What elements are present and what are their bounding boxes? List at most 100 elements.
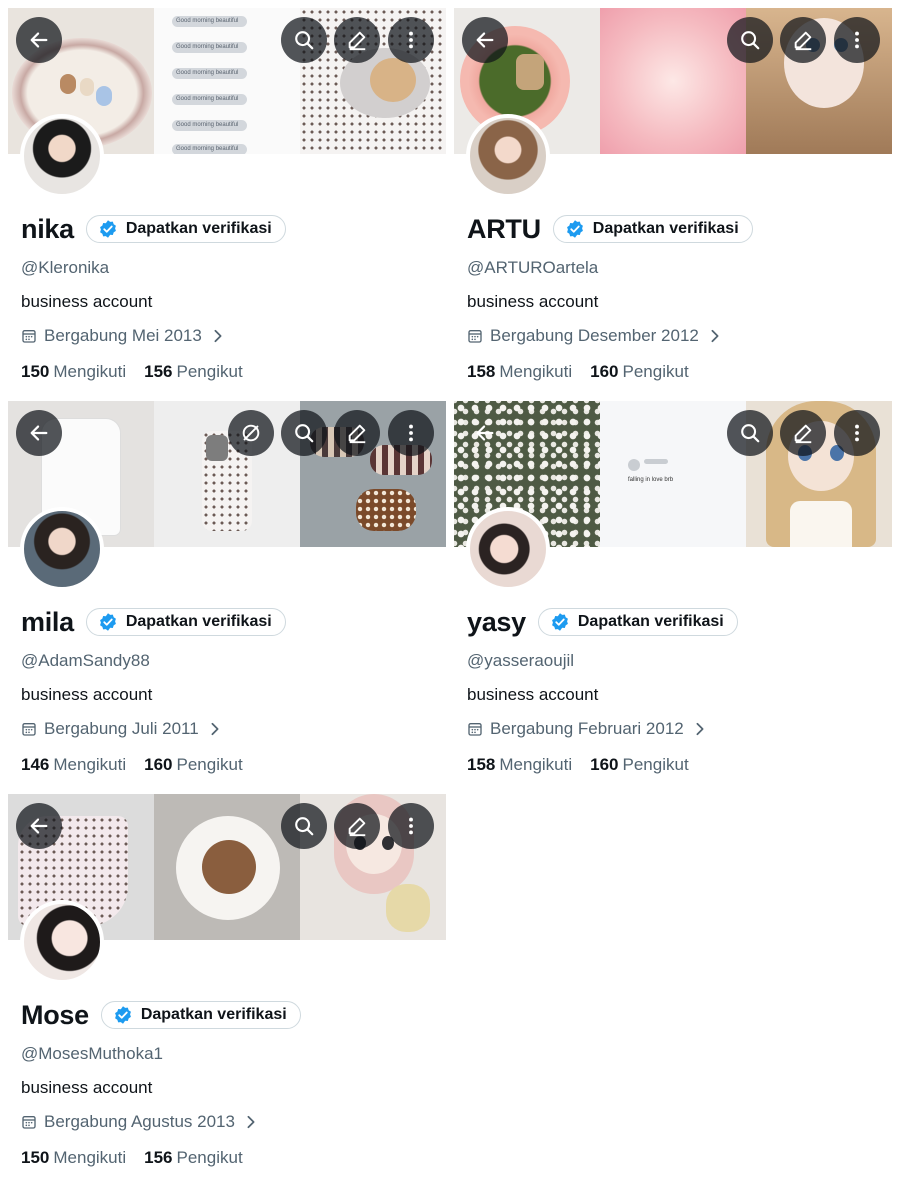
get-verified-label: Dapatkan verifikasi — [140, 1006, 287, 1023]
more-button[interactable] — [388, 410, 434, 456]
search-button[interactable] — [281, 803, 327, 849]
following-link[interactable]: 150 Mengikuti — [21, 362, 126, 382]
username: @ARTUROartela — [467, 258, 599, 277]
joined-date[interactable]: Bergabung Desember 2012 — [467, 326, 721, 346]
back-button[interactable] — [16, 803, 62, 849]
following-count: 150 — [21, 362, 50, 381]
get-verified-label: Dapatkan verifikasi — [125, 613, 272, 630]
chevron-right-icon — [209, 722, 221, 736]
edit-button[interactable] — [334, 410, 380, 456]
more-vertical-icon — [400, 422, 422, 444]
get-verified-button[interactable]: Dapatkan verifikasi — [100, 1001, 301, 1029]
arrow-left-icon — [474, 422, 496, 444]
search-button[interactable] — [727, 17, 773, 63]
following-label: Mengikuti — [499, 362, 573, 381]
search-icon — [293, 422, 315, 444]
followers-link[interactable]: 160 Pengikut — [144, 755, 243, 775]
avatar[interactable] — [20, 507, 104, 591]
pencil-icon — [792, 422, 814, 444]
following-link[interactable]: 158 Mengikuti — [467, 362, 572, 382]
tweet-text: falling in love brb — [628, 477, 674, 483]
edit-button[interactable] — [780, 17, 826, 63]
avatar[interactable] — [466, 507, 550, 591]
name-row: ARTU Dapatkan verifikasi — [467, 212, 753, 246]
following-link[interactable]: 150 Mengikuti — [21, 1148, 126, 1168]
get-verified-button[interactable]: Dapatkan verifikasi — [537, 608, 738, 636]
calendar-icon — [21, 721, 37, 737]
get-verified-button[interactable]: Dapatkan verifikasi — [85, 608, 286, 636]
followers-link[interactable]: 156 Pengikut — [144, 362, 243, 382]
chat-bubble: Good morning beautiful — [172, 16, 247, 27]
back-button[interactable] — [462, 17, 508, 63]
followers-link[interactable]: 160 Pengikut — [590, 362, 689, 382]
joined-text: Bergabung Desember 2012 — [490, 326, 699, 345]
following-link[interactable]: 158 Mengikuti — [467, 755, 572, 775]
back-button[interactable] — [462, 410, 508, 456]
more-button[interactable] — [388, 803, 434, 849]
joined-date[interactable]: Bergabung Juli 2011 — [21, 719, 221, 739]
bio: business account — [467, 292, 599, 311]
edit-button[interactable] — [334, 803, 380, 849]
more-button[interactable] — [388, 17, 434, 63]
name-row: nika Dapatkan verifikasi — [21, 212, 286, 246]
edit-button[interactable] — [780, 410, 826, 456]
following-label: Mengikuti — [53, 1148, 127, 1167]
profile-card-mila: mila Dapatkan verifikasi @AdamSandy88 bu… — [8, 401, 446, 787]
follow-stats: 150 Mengikuti 156 Pengikut — [21, 362, 261, 382]
notifications-off-button[interactable] — [228, 410, 274, 456]
avatar[interactable] — [20, 114, 104, 198]
joined-date[interactable]: Bergabung Mei 2013 — [21, 326, 224, 346]
search-icon — [739, 29, 761, 51]
avatar[interactable] — [466, 114, 550, 198]
followers-count: 160 — [590, 755, 619, 774]
back-button[interactable] — [16, 17, 62, 63]
chevron-right-icon — [709, 329, 721, 343]
profile-card-mose: Mose Dapatkan verifikasi @MosesMuthoka1 … — [8, 794, 446, 1180]
get-verified-button[interactable]: Dapatkan verifikasi — [85, 215, 286, 243]
follow-stats: 150 Mengikuti 156 Pengikut — [21, 1148, 261, 1168]
followers-link[interactable]: 156 Pengikut — [144, 1148, 243, 1168]
joined-text: Bergabung Februari 2012 — [490, 719, 684, 738]
display-name: nika — [21, 214, 74, 244]
name-row: yasy Dapatkan verifikasi — [467, 605, 738, 639]
pencil-icon — [792, 29, 814, 51]
more-button[interactable] — [834, 17, 880, 63]
get-verified-button[interactable]: Dapatkan verifikasi — [552, 215, 753, 243]
banner-photo-cupcake — [154, 794, 300, 940]
verified-badge-icon — [98, 219, 118, 239]
chevron-right-icon — [212, 329, 224, 343]
following-count: 150 — [21, 1148, 50, 1167]
following-count: 146 — [21, 755, 50, 774]
more-vertical-icon — [846, 29, 868, 51]
following-link[interactable]: 146 Mengikuti — [21, 755, 126, 775]
calendar-icon — [467, 721, 483, 737]
username: @AdamSandy88 — [21, 651, 150, 670]
following-count: 158 — [467, 362, 496, 381]
followers-link[interactable]: 160 Pengikut — [590, 755, 689, 775]
banner-photo-phone — [154, 401, 300, 547]
get-verified-label: Dapatkan verifikasi — [577, 613, 724, 630]
joined-date[interactable]: Bergabung Agustus 2013 — [21, 1112, 257, 1132]
back-button[interactable] — [16, 410, 62, 456]
get-verified-label: Dapatkan verifikasi — [125, 220, 272, 237]
more-vertical-icon — [400, 815, 422, 837]
username: @yasseraoujil — [467, 651, 575, 670]
edit-button[interactable] — [334, 17, 380, 63]
avatar[interactable] — [20, 900, 104, 984]
following-label: Mengikuti — [53, 362, 127, 381]
profile-card-artu: ARTU Dapatkan verifikasi @ARTUROartela b… — [454, 8, 892, 394]
search-button[interactable] — [281, 410, 327, 456]
more-button[interactable] — [834, 410, 880, 456]
followers-count: 160 — [590, 362, 619, 381]
display-name: ARTU — [467, 214, 541, 244]
chevron-right-icon — [245, 1115, 257, 1129]
no-notification-icon — [240, 422, 262, 444]
calendar-icon — [21, 1114, 37, 1130]
search-button[interactable] — [727, 410, 773, 456]
pencil-icon — [346, 29, 368, 51]
followers-label: Pengikut — [622, 362, 689, 381]
followers-label: Pengikut — [176, 755, 243, 774]
search-button[interactable] — [281, 17, 327, 63]
followers-count: 156 — [144, 1148, 173, 1167]
joined-date[interactable]: Bergabung Februari 2012 — [467, 719, 706, 739]
